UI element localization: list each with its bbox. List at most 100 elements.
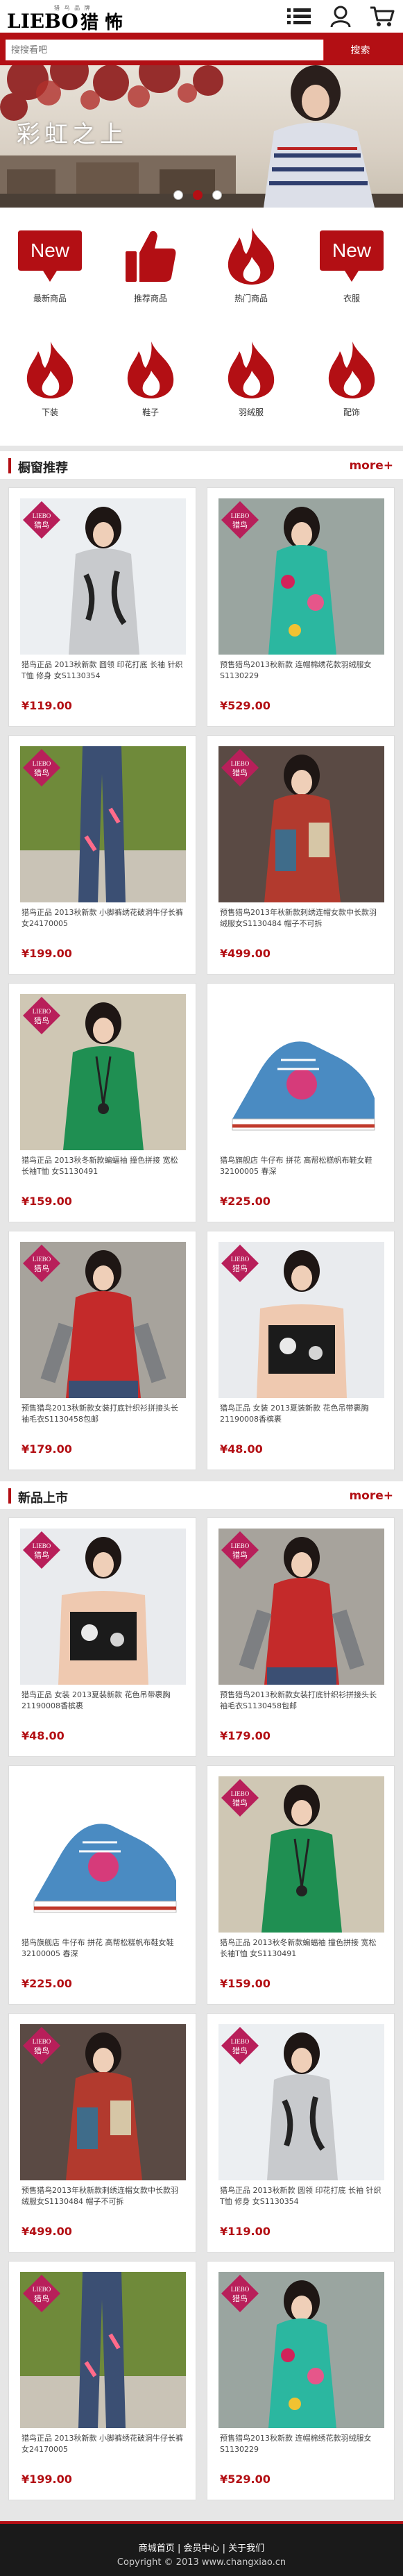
svg-text:LIEBO: LIEBO	[231, 2038, 250, 2045]
product-price: ¥159.00	[22, 1195, 72, 1208]
product-image[interactable]: LIEBO 猎鸟	[20, 1242, 186, 1398]
new-badge-icon: New	[310, 223, 393, 289]
product-card[interactable]: LIEBO 猎鸟猎鸟正品 2013秋新款 圆领 印花打底 长袖 针织T恤 修身 女…	[8, 487, 196, 727]
product-name[interactable]: 预售猎鸟2013秋新款女装打底针织衫拼接头长袖毛衣S1130458包邮	[220, 1690, 384, 1723]
product-name[interactable]: 预售猎鸟2013秋新款 连帽棉绣花款羽绒服女S1130229	[220, 659, 384, 693]
svg-text:LIEBO: LIEBO	[33, 2286, 51, 2293]
svg-text:猎鸟: 猎鸟	[34, 1263, 49, 1273]
product-card[interactable]: LIEBO 猎鸟预售猎鸟2013秋新款女装打底针织衫拼接头长袖毛衣S1130458…	[8, 1231, 196, 1470]
product-card[interactable]: LIEBO 猎鸟猎鸟正品 2013秋新款 小脚裤绣花破洞牛仔长裤女24170005…	[8, 2261, 196, 2500]
product-image[interactable]: LIEBO 猎鸟	[218, 1776, 384, 1933]
product-card[interactable]: LIEBO 猎鸟预售猎鸟2013秋新款女装打底针织衫拼接头长袖毛衣S1130458…	[207, 1517, 395, 1757]
product-name[interactable]: 预售猎鸟2013年秋新款刺绣连帽女款中长款羽绒服女S1130484 帽子不可拆	[22, 2185, 185, 2219]
product-image[interactable]: LIEBO 猎鸟	[20, 746, 186, 902]
product-card[interactable]: LIEBO 猎鸟猎鸟正品 2013秋冬新款蝙蝠袖 撞色拼接 宽松长袖T恤 女S11…	[8, 983, 196, 1222]
section-accent-bar	[8, 1488, 11, 1504]
brand-badge-icon: LIEBO猎鸟	[23, 501, 60, 539]
banner-caption: 彩虹之上	[17, 121, 128, 149]
brand-badge-icon: LIEBO猎鸟	[23, 997, 60, 1034]
search-input[interactable]	[6, 40, 323, 60]
product-name[interactable]: 预售猎鸟2013秋新款 连帽棉绣花款羽绒服女S1130229	[220, 2433, 384, 2466]
user-icon[interactable]	[327, 3, 354, 30]
product-image[interactable]: LIEBO 猎鸟	[20, 994, 186, 1150]
svg-text:LIEBO: LIEBO	[33, 760, 51, 767]
svg-text:LIEBO: LIEBO	[231, 2286, 250, 2293]
product-image[interactable]	[20, 1776, 186, 1933]
carousel-dot[interactable]	[212, 190, 222, 200]
product-image[interactable]: LIEBO 猎鸟	[20, 498, 186, 655]
hero-banner[interactable]: 彩虹之上	[0, 65, 403, 208]
search-bar: 搜索	[0, 35, 403, 65]
category-label: 羽绒服	[238, 407, 264, 417]
svg-text:LIEBO: LIEBO	[231, 1256, 250, 1263]
category-6[interactable]: 鞋子	[109, 337, 192, 418]
category-1[interactable]: New 最新商品	[8, 223, 92, 304]
category-5[interactable]: 下装	[8, 337, 92, 418]
product-card[interactable]: LIEBO 猎鸟 预售猎鸟2013秋新款 连帽棉绣花款羽绒服女S1130229 ¥52…	[207, 487, 395, 727]
search-button[interactable]: 搜索	[323, 40, 397, 60]
product-card[interactable]: 猎鸟旗舰店 牛仔布 拼花 高帮松糕帆布鞋女鞋32100005 春深 ¥225.00	[8, 1765, 196, 2005]
more-link[interactable]: more+	[349, 1489, 393, 1503]
category-3[interactable]: 热门商品	[209, 223, 293, 304]
category-8[interactable]: 配饰	[310, 337, 393, 418]
product-name[interactable]: 猎鸟正品 2013秋冬新款蝙蝠袖 撞色拼接 宽松长袖T恤 女S1130491	[22, 1155, 185, 1188]
flame-icon	[209, 223, 293, 289]
product-name[interactable]: 猎鸟正品 2013秋新款 小脚裤绣花破洞牛仔长裤女24170005	[22, 2433, 185, 2466]
carousel-dot[interactable]	[173, 190, 183, 200]
cart-icon[interactable]	[368, 3, 396, 30]
product-card[interactable]: 猎鸟旗舰店 牛仔布 拼花 高帮松糕帆布鞋女鞋32100005 春深 ¥225.00	[207, 983, 395, 1222]
product-name[interactable]: 猎鸟正品 女装 2013夏装新款 花色吊带裹胸 21190008香槟裹	[220, 1403, 384, 1436]
product-name[interactable]: 预售猎鸟2013年秋新款刺绣连帽女款中长款羽绒服女S1130484 帽子不可拆	[220, 907, 384, 941]
product-card[interactable]: LIEBO 猎鸟猎鸟正品 2013秋冬新款蝙蝠袖 撞色拼接 宽松长袖T恤 女S11…	[207, 1765, 395, 2005]
product-name[interactable]: 猎鸟正品 2013秋新款 圆领 印花打底 长袖 针织T恤 修身 女S113035…	[22, 659, 185, 693]
product-image[interactable]: LIEBO 猎鸟	[218, 1242, 384, 1398]
product-card[interactable]: LIEBO 猎鸟预售猎鸟2013年秋新款刺绣连帽女款中长款羽绒服女S1130484…	[207, 735, 395, 975]
product-image[interactable]: LIEBO 猎鸟	[20, 2024, 186, 2180]
carousel-dot-active[interactable]	[193, 190, 203, 200]
product-name[interactable]: 猎鸟正品 2013秋冬新款蝙蝠袖 撞色拼接 宽松长袖T恤 女S1130491	[220, 1937, 384, 1971]
product-card[interactable]: LIEBO 猎鸟猎鸟正品 女装 2013夏装新款 花色吊带裹胸 21190008香…	[8, 1517, 196, 1757]
product-image[interactable]: LIEBO 猎鸟	[218, 1529, 384, 1685]
category-2[interactable]: 推荐商品	[109, 223, 192, 304]
flame-icon	[209, 337, 293, 403]
product-image[interactable]: LIEBO 猎鸟	[218, 746, 384, 902]
product-card[interactable]: LIEBO 猎鸟 预售猎鸟2013秋新款 连帽棉绣花款羽绒服女S1130229 ¥52…	[207, 2261, 395, 2500]
footer-separator: |	[222, 2543, 226, 2554]
thumbs-up-icon	[109, 223, 192, 289]
menu-icon[interactable]	[285, 3, 313, 30]
product-name[interactable]: 猎鸟正品 2013秋新款 小脚裤绣花破洞牛仔长裤女24170005	[22, 907, 185, 941]
product-name[interactable]: 预售猎鸟2013秋新款女装打底针织衫拼接头长袖毛衣S1130458包邮	[22, 1403, 185, 1436]
product-image[interactable]: LIEBO 猎鸟	[218, 2272, 384, 2428]
category-4[interactable]: New 衣服	[310, 223, 393, 304]
product-image[interactable]: LIEBO 猎鸟	[218, 498, 384, 655]
logo-chinese: 猎 怖	[80, 12, 123, 33]
footer-links: 商城首页 | 会员中心 | 关于我们	[0, 2541, 403, 2554]
product-card[interactable]: LIEBO 猎鸟猎鸟正品 2013秋新款 圆领 印花打底 长袖 针织T恤 修身 女…	[207, 2013, 395, 2253]
section-accent-bar	[8, 458, 11, 473]
product-image[interactable]: LIEBO 猎鸟	[20, 2272, 186, 2428]
product-image[interactable]: LIEBO 猎鸟	[218, 2024, 384, 2180]
category-7[interactable]: 羽绒服	[209, 337, 293, 418]
brand-badge-icon: LIEBO猎鸟	[221, 501, 259, 539]
brand-badge-icon: LIEBO猎鸟	[221, 749, 259, 786]
category-label: 衣服	[343, 294, 360, 303]
product-card[interactable]: LIEBO 猎鸟猎鸟正品 2013秋新款 小脚裤绣花破洞牛仔长裤女24170005…	[8, 735, 196, 975]
product-card[interactable]: LIEBO 猎鸟预售猎鸟2013年秋新款刺绣连帽女款中长款羽绒服女S1130484…	[8, 2013, 196, 2253]
product-image[interactable]: LIEBO 猎鸟	[20, 1529, 186, 1685]
flame-icon	[8, 337, 92, 403]
category-label: 推荐商品	[133, 294, 167, 303]
footer-link-home[interactable]: 商城首页	[139, 2543, 175, 2554]
footer-link-about[interactable]: 关于我们	[228, 2543, 264, 2554]
svg-text:猎鸟: 猎鸟	[232, 520, 248, 530]
product-price: ¥499.00	[220, 947, 271, 960]
more-link[interactable]: more+	[349, 459, 393, 473]
site-logo[interactable]: 猎 鸟 品 牌 LIEBO 猎 怖	[7, 4, 125, 33]
product-card[interactable]: LIEBO 猎鸟猎鸟正品 女装 2013夏装新款 花色吊带裹胸 21190008香…	[207, 1231, 395, 1470]
category-label: 下装	[41, 407, 58, 417]
product-name[interactable]: 猎鸟正品 女装 2013夏装新款 花色吊带裹胸 21190008香槟裹	[22, 1690, 185, 1723]
footer-link-member[interactable]: 会员中心	[183, 2543, 219, 2554]
product-image[interactable]	[218, 994, 384, 1150]
product-name[interactable]: 猎鸟旗舰店 牛仔布 拼花 高帮松糕帆布鞋女鞋32100005 春深	[220, 1155, 384, 1188]
product-name[interactable]: 猎鸟旗舰店 牛仔布 拼花 高帮松糕帆布鞋女鞋32100005 春深	[22, 1937, 185, 1971]
product-name[interactable]: 猎鸟正品 2013秋新款 圆领 印花打底 长袖 针织T恤 修身 女S113035…	[220, 2185, 384, 2219]
